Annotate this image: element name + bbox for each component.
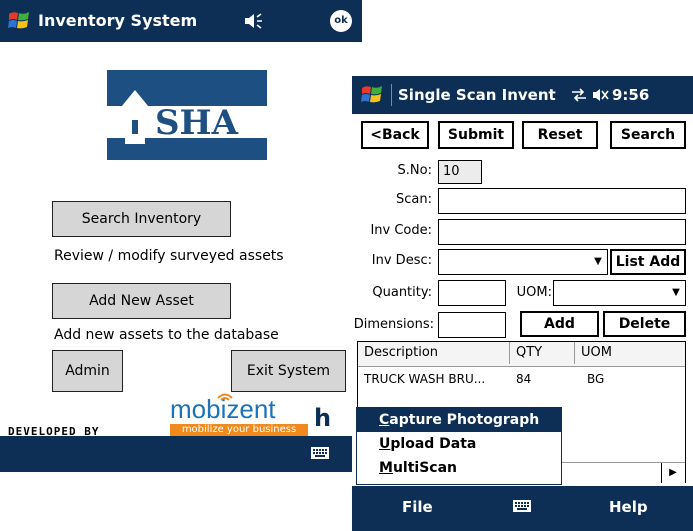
menu-item-multiscan[interactable]: MultiScan	[357, 456, 561, 480]
title-bar-2: Single Scan Invent 9:56	[352, 76, 693, 114]
inv-desc-select[interactable]: ▼	[438, 249, 608, 275]
search-button[interactable]: Search	[610, 121, 686, 149]
reset-button[interactable]: Reset	[522, 121, 598, 149]
clock: 9:56	[612, 86, 650, 104]
sha-logo: SHA	[107, 70, 267, 160]
scan-input[interactable]	[438, 188, 686, 214]
quantity-input[interactable]	[438, 280, 506, 306]
add-description: Add new assets to the database	[54, 327, 279, 343]
menu-item-capture-photograph[interactable]: Capture Photograph	[357, 408, 561, 432]
speaker-icon[interactable]	[243, 11, 265, 31]
row-description: TRUCK WASH BRU...	[364, 372, 486, 386]
brand-tagline: mobilize your business	[170, 424, 308, 436]
speaker-icon[interactable]	[592, 87, 610, 103]
row-qty: 84	[516, 372, 532, 386]
keyboard-icon[interactable]	[310, 445, 330, 461]
add-new-asset-button[interactable]: Add New Asset	[52, 283, 231, 319]
chevron-down-icon[interactable]: ▼	[669, 282, 683, 304]
app-title: Inventory System	[38, 11, 198, 30]
column-header-description[interactable]: Description	[358, 342, 510, 364]
submit-button[interactable]: Submit	[438, 121, 514, 149]
wifi-icon	[215, 389, 235, 401]
list-header: Description QTY UOM	[358, 342, 685, 367]
uom-label: UOM:	[516, 285, 552, 300]
chevron-down-icon[interactable]: ▼	[591, 251, 605, 273]
brand-suffix: h	[314, 404, 332, 432]
dimensions-input[interactable]	[438, 312, 506, 338]
sno-field: 10	[438, 160, 482, 184]
dimensions-label: Dimensions:	[353, 317, 434, 332]
menu-item-upload-data[interactable]: Upload Data	[357, 432, 561, 456]
list-add-button[interactable]: List Add	[610, 249, 686, 275]
keyboard-icon[interactable]	[512, 498, 532, 514]
house-logo-icon	[115, 84, 155, 144]
table-row[interactable]: TRUCK WASH BRU... 84 BG	[358, 368, 685, 390]
search-description: Review / modify surveyed assets	[54, 248, 284, 264]
help-menu-button[interactable]: Help	[609, 498, 648, 516]
back-button[interactable]: <Back	[361, 121, 429, 149]
sno-label: S.No:	[397, 163, 432, 178]
ok-button[interactable]: ok	[330, 10, 352, 32]
search-inventory-button[interactable]: Search Inventory	[52, 201, 231, 237]
title-bar: Inventory System ok	[0, 0, 362, 42]
inv-code-input[interactable]	[438, 219, 686, 245]
inventory-system-screen: Inventory System ok SHA Search Inventory…	[0, 0, 362, 472]
exit-system-button[interactable]: Exit System	[231, 350, 346, 392]
command-bar: File Help	[352, 486, 693, 531]
column-header-qty[interactable]: QTY	[510, 342, 575, 364]
scroll-right-icon[interactable]: ▶	[661, 463, 684, 483]
connectivity-icon[interactable]	[570, 87, 588, 103]
file-menu-popup: Capture Photograph Upload Data MultiScan	[356, 407, 562, 485]
delete-button[interactable]: Delete	[603, 311, 686, 337]
inv-desc-label: Inv Desc:	[371, 253, 432, 268]
single-scan-screen: Single Scan Invent 9:56 <Back Submit Res…	[352, 76, 693, 531]
inv-code-label: Inv Code:	[370, 223, 432, 238]
row-uom: BG	[587, 372, 605, 386]
add-button[interactable]: Add	[520, 311, 599, 337]
admin-button[interactable]: Admin	[52, 350, 123, 392]
uom-select[interactable]: ▼	[553, 280, 686, 306]
bottom-menu-bar	[0, 436, 362, 472]
file-menu-button[interactable]: File	[402, 498, 433, 516]
quantity-label: Quantity:	[372, 285, 432, 300]
windows-start-icon[interactable]	[6, 8, 32, 34]
scan-label: Scan:	[396, 192, 432, 207]
logo-text: SHA	[155, 103, 239, 143]
windows-start-icon[interactable]	[359, 82, 385, 108]
screen-title: Single Scan Invent	[398, 86, 556, 104]
column-header-uom[interactable]: UOM	[575, 342, 685, 364]
